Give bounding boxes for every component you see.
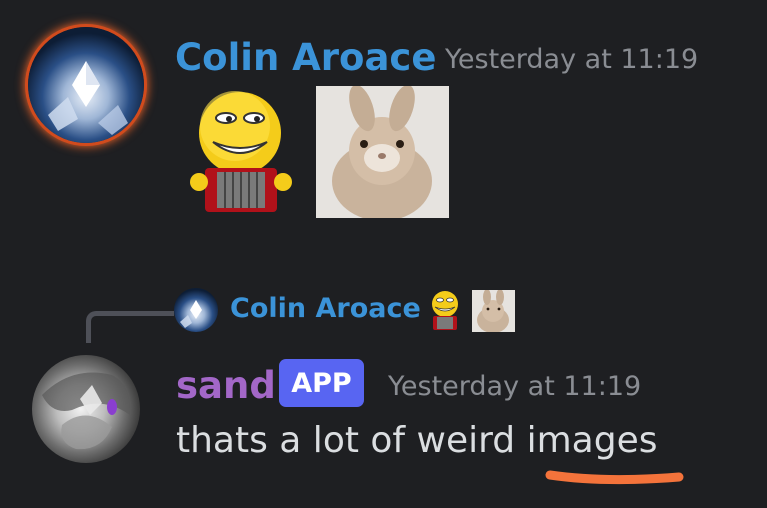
accordion-smiley-icon [432, 291, 458, 330]
reply-avatar[interactable] [174, 288, 218, 332]
user-avatar-sand[interactable] [32, 355, 140, 463]
annotation-underline [545, 470, 684, 485]
accordion-smiley-emoji-image[interactable] [183, 86, 298, 218]
message-content: thats a lot of weird images [176, 420, 658, 461]
avatar-art-icon [42, 372, 131, 450]
message-timestamp[interactable]: Yesterday at 11:19 [445, 44, 698, 75]
author-name[interactable]: sand [176, 364, 276, 407]
reply-connector-line [86, 311, 174, 343]
reply-attachment-bunny[interactable] [472, 290, 515, 332]
bunny-photo-image[interactable] [316, 86, 449, 218]
bunny-photo-icon [316, 86, 449, 218]
reply-attachment-emoji[interactable] [425, 289, 465, 331]
message-timestamp[interactable]: Yesterday at 11:19 [388, 371, 641, 402]
user-avatar-colin[interactable] [28, 27, 144, 143]
reply-author-name[interactable]: Colin Aroace [230, 293, 421, 324]
accordion-smiley-icon [190, 91, 292, 212]
app-badge: APP [279, 359, 364, 407]
avatar-art-icon [180, 300, 202, 328]
bunny-photo-icon [472, 290, 515, 332]
author-name[interactable]: Colin Aroace [175, 36, 436, 79]
avatar-art-icon [48, 61, 128, 135]
